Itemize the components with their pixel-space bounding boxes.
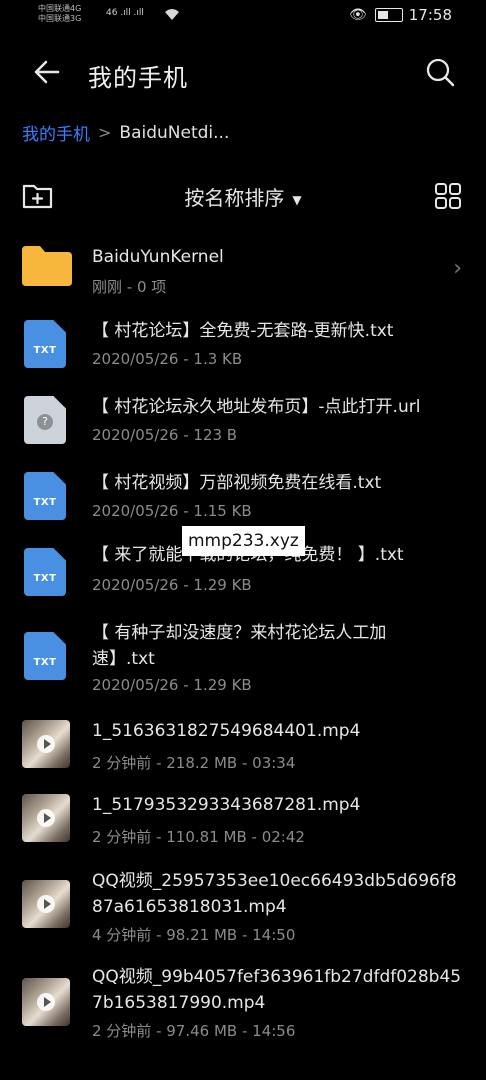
file-meta: 2 分钟前 - 218.2 MB - 03:34 bbox=[92, 754, 296, 772]
battery-icon bbox=[374, 8, 403, 22]
file-row[interactable]: TXT 【 村花视频】万部视频免费在线看.txt 2020/05/26 - 1.… bbox=[0, 466, 486, 530]
play-icon bbox=[37, 809, 55, 827]
search-icon[interactable] bbox=[422, 54, 458, 90]
file-name: 【 村花视频】万部视频免费在线看.txt bbox=[92, 473, 382, 493]
play-icon bbox=[37, 895, 55, 913]
app-header: 我的手机 bbox=[0, 44, 486, 100]
back-arrow-icon[interactable] bbox=[30, 52, 70, 92]
txt-file-icon: TXT bbox=[24, 548, 66, 596]
file-row[interactable]: QQ视频_99b4057fef363961fb27dfdf028b457b165… bbox=[0, 964, 486, 1048]
file-name: BaiduYunKernel bbox=[92, 247, 224, 267]
page-title: 我的手机 bbox=[88, 64, 188, 92]
file-name: QQ视频_99b4057fef363961fb27dfdf028b457b165… bbox=[92, 967, 462, 1013]
file-row-folder[interactable]: BaiduYunKernel 刚刚 - 0 项 › bbox=[0, 238, 486, 302]
play-icon bbox=[37, 735, 55, 753]
breadcrumb: 我的手机 > BaiduNetdi... bbox=[22, 120, 229, 146]
file-meta: 2020/05/26 - 1.3 KB bbox=[92, 350, 243, 368]
eye-comfort-icon: 👁 bbox=[348, 7, 367, 23]
file-row[interactable]: TXT 【 有种子却没速度？来村花论坛人工加速】.txt 2020/05/26 … bbox=[0, 618, 486, 702]
status-bar: 中国联通4G 中国联通3G 46 .ıll .ıll 👁 80 17:58 bbox=[0, 0, 486, 36]
breadcrumb-separator: > bbox=[98, 123, 112, 142]
file-row[interactable]: 1_5179353293343687281.mp4 2 分钟前 - 110.81… bbox=[0, 792, 486, 856]
carrier-line-2: 中国联通3G bbox=[38, 14, 82, 23]
carrier-info: 中国联通4G 中国联通3G bbox=[38, 4, 81, 24]
grid-view-icon[interactable] bbox=[434, 182, 462, 210]
wifi-icon bbox=[164, 8, 180, 24]
link-icon: ? bbox=[37, 414, 53, 430]
video-thumbnail bbox=[22, 720, 70, 768]
breadcrumb-current[interactable]: BaiduNetdi... bbox=[119, 123, 229, 143]
file-name: QQ视频_25957353ee10ec66493db5d696f887a6165… bbox=[92, 871, 457, 917]
clock: 17:58 bbox=[408, 6, 452, 24]
txt-file-icon: TXT bbox=[24, 472, 66, 520]
toolbar: 按名称排序 ▼ bbox=[0, 172, 486, 220]
file-meta: 4 分钟前 - 98.21 MB - 14:50 bbox=[92, 926, 296, 944]
video-thumbnail bbox=[22, 794, 70, 842]
file-meta: 2 分钟前 - 97.46 MB - 14:56 bbox=[92, 1022, 296, 1040]
file-meta: 2020/05/26 - 1.29 KB bbox=[92, 576, 252, 594]
file-row[interactable]: ? 【 村花论坛永久地址发布页】-点此打开.url 2020/05/26 - 1… bbox=[0, 390, 486, 454]
file-row[interactable]: 1_5163631827549684401.mp4 2 分钟前 - 218.2 … bbox=[0, 716, 486, 780]
file-row[interactable]: QQ视频_25957353ee10ec66493db5d696f887a6165… bbox=[0, 868, 486, 952]
file-meta: 2020/05/26 - 1.29 KB bbox=[92, 676, 252, 694]
file-meta: 刚刚 - 0 项 bbox=[92, 278, 167, 296]
sort-dropdown[interactable]: 按名称排序 ▼ bbox=[0, 182, 486, 211]
file-name: 1_5179353293343687281.mp4 bbox=[92, 795, 361, 815]
file-meta: 2020/05/26 - 1.15 KB bbox=[92, 502, 252, 520]
chevron-right-icon: › bbox=[453, 256, 462, 281]
file-name: 1_5163631827549684401.mp4 bbox=[92, 721, 361, 741]
folder-icon bbox=[22, 246, 72, 286]
txt-file-icon: TXT bbox=[24, 632, 66, 680]
carrier-line-1: 中国联通4G bbox=[38, 4, 82, 13]
play-icon bbox=[37, 993, 55, 1011]
caret-down-icon: ▼ bbox=[292, 192, 302, 207]
txt-file-icon: TXT bbox=[24, 320, 66, 368]
video-thumbnail bbox=[22, 978, 70, 1026]
signal-icon: 46 .ıll .ıll bbox=[106, 8, 144, 18]
watermark-overlay: mmp233.xyz bbox=[182, 526, 305, 556]
file-meta: 2 分钟前 - 110.81 MB - 02:42 bbox=[92, 828, 305, 846]
video-thumbnail bbox=[22, 880, 70, 928]
sort-label: 按名称排序 bbox=[184, 186, 285, 210]
file-name: 【 有种子却没速度？来村花论坛人工加速】.txt bbox=[92, 623, 387, 669]
file-meta: 2020/05/26 - 123 B bbox=[92, 426, 238, 444]
file-name: 【 村花论坛】全免费-无套路-更新快.txt bbox=[92, 321, 394, 341]
file-name: 【 村花论坛永久地址发布页】-点此打开.url bbox=[92, 397, 421, 417]
breadcrumb-home[interactable]: 我的手机 bbox=[22, 120, 90, 145]
file-row[interactable]: TXT 【 村花论坛】全免费-无套路-更新快.txt 2020/05/26 - … bbox=[0, 314, 486, 378]
url-file-icon: ? bbox=[24, 396, 66, 444]
